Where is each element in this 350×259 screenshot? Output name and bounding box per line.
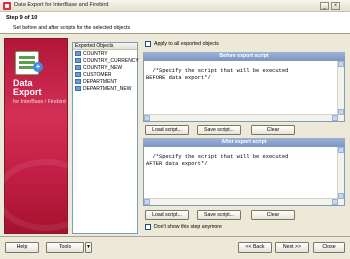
help-button[interactable]: Help bbox=[5, 242, 39, 253]
after-horizontal-scrollbar[interactable] bbox=[144, 198, 338, 205]
app-icon bbox=[3, 2, 11, 10]
tools-button[interactable]: Tools bbox=[46, 242, 84, 253]
step-description: Set before and after scripts for the sel… bbox=[13, 25, 131, 31]
apply-all-checkbox[interactable] bbox=[145, 41, 151, 47]
after-script-editor[interactable]: /*Specify the script that will be execut… bbox=[143, 146, 345, 206]
scroll-left-icon[interactable] bbox=[144, 115, 150, 121]
close-window-button[interactable]: × bbox=[331, 2, 340, 10]
tools-dropdown-arrow-icon[interactable]: ▼ bbox=[85, 242, 92, 253]
dont-show-checkbox[interactable] bbox=[145, 224, 151, 230]
next-button[interactable]: Next >> bbox=[275, 242, 309, 253]
list-item[interactable]: COUNTRY_CURRENCY bbox=[75, 58, 139, 65]
table-icon bbox=[75, 79, 81, 84]
exported-objects-list[interactable]: Exported Objects COUNTRY COUNTRY_CURRENC… bbox=[72, 42, 139, 234]
before-save-script-button[interactable]: Save script... bbox=[197, 125, 241, 135]
after-vertical-scrollbar[interactable] bbox=[337, 147, 344, 205]
table-icon bbox=[75, 65, 81, 70]
table-icon bbox=[75, 51, 81, 56]
data-export-icon: + bbox=[15, 51, 43, 75]
before-clear-button[interactable]: Clear bbox=[251, 125, 295, 135]
table-icon bbox=[75, 72, 81, 77]
scroll-right-icon[interactable] bbox=[332, 199, 338, 205]
list-item[interactable]: DEPARTMENT bbox=[75, 79, 137, 86]
after-save-script-button[interactable]: Save script... bbox=[197, 210, 241, 220]
wizard-header: Step 9 of 10 Set before and after script… bbox=[0, 12, 350, 34]
before-horizontal-scrollbar[interactable] bbox=[144, 114, 338, 121]
table-icon bbox=[75, 58, 81, 63]
list-item[interactable]: COUNTRY bbox=[75, 51, 137, 58]
product-banner: + Data Export for InterBase / Firebird bbox=[0, 38, 97, 234]
dont-show-label: Don't show this step anymore bbox=[154, 224, 222, 230]
footer-divider bbox=[0, 236, 350, 237]
plus-icon: + bbox=[33, 62, 43, 72]
after-script-header: After export script bbox=[143, 138, 345, 146]
step-indicator: Step 9 of 10 bbox=[6, 15, 38, 21]
window-title: Data Export for InterBase and Firebird bbox=[14, 2, 109, 8]
before-script-text: /*Specify the script that will be execut… bbox=[146, 68, 289, 81]
banner-line-2: Export bbox=[13, 87, 42, 97]
after-load-script-button[interactable]: Load script... bbox=[145, 210, 189, 220]
scroll-left-icon[interactable] bbox=[144, 199, 150, 205]
before-script-header: Before export script bbox=[143, 52, 345, 60]
minimize-button[interactable]: _ bbox=[320, 2, 329, 10]
apply-all-label: Apply to all exported objects bbox=[154, 41, 219, 47]
before-load-script-button[interactable]: Load script... bbox=[145, 125, 189, 135]
list-item[interactable]: CUSTOMER bbox=[75, 72, 137, 79]
back-button[interactable]: << Back bbox=[238, 242, 272, 253]
list-item[interactable]: DEPARTMENT_NEW bbox=[75, 86, 137, 93]
window-titlebar: Data Export for InterBase and Firebird _… bbox=[0, 0, 350, 12]
list-item[interactable]: COUNTRY_NEW bbox=[75, 65, 137, 72]
scroll-up-icon[interactable] bbox=[338, 147, 344, 153]
scroll-right-icon[interactable] bbox=[332, 115, 338, 121]
exported-objects-header: Exported Objects bbox=[73, 43, 137, 50]
close-button[interactable]: Close bbox=[313, 242, 345, 253]
scroll-down-icon[interactable] bbox=[338, 109, 344, 115]
banner-line-3: for InterBase / Firebird bbox=[13, 99, 66, 105]
before-vertical-scrollbar[interactable] bbox=[337, 61, 344, 121]
scroll-down-icon[interactable] bbox=[338, 193, 344, 199]
table-icon bbox=[75, 86, 81, 91]
after-script-text: /*Specify the script that will be execut… bbox=[146, 154, 289, 167]
after-clear-button[interactable]: Clear bbox=[251, 210, 295, 220]
before-script-editor[interactable]: /*Specify the script that will be execut… bbox=[143, 60, 345, 122]
scroll-up-icon[interactable] bbox=[338, 61, 344, 67]
